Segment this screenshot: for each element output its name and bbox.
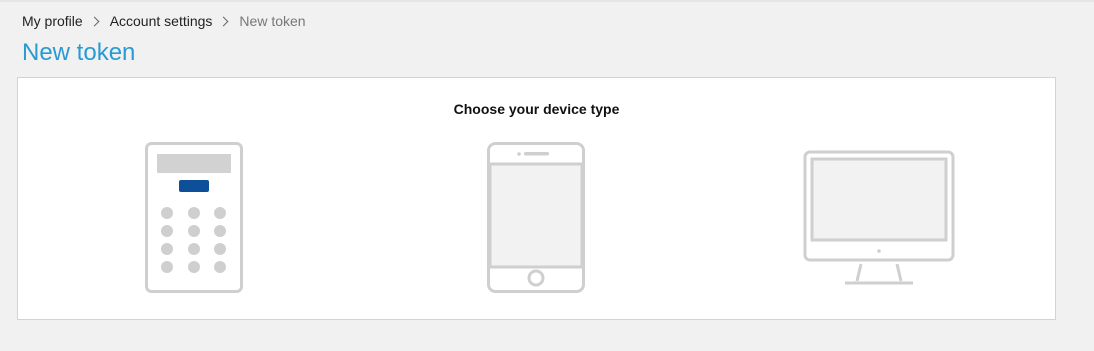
device-option-hardware-token[interactable] — [145, 142, 243, 294]
panel-heading: Choose your device type — [453, 101, 620, 117]
breadcrumb-my-profile[interactable]: My profile — [22, 13, 83, 29]
chevron-right-icon — [218, 16, 229, 26]
breadcrumb-account-settings[interactable]: Account settings — [110, 13, 213, 29]
device-option-smartphone[interactable] — [487, 142, 585, 294]
device-option-desktop[interactable] — [803, 150, 955, 288]
breadcrumb-current: New token — [239, 13, 306, 29]
breadcrumb: My profile Account settings New token — [22, 13, 306, 29]
hardware-token-icon — [145, 142, 243, 293]
top-divider — [0, 0, 1094, 2]
chevron-right-icon — [89, 16, 100, 26]
device-type-panel: Choose your device type — [17, 77, 1056, 320]
page-title: New token — [22, 39, 136, 66]
smartphone-icon — [487, 142, 585, 293]
desktop-computer-icon — [803, 150, 955, 285]
